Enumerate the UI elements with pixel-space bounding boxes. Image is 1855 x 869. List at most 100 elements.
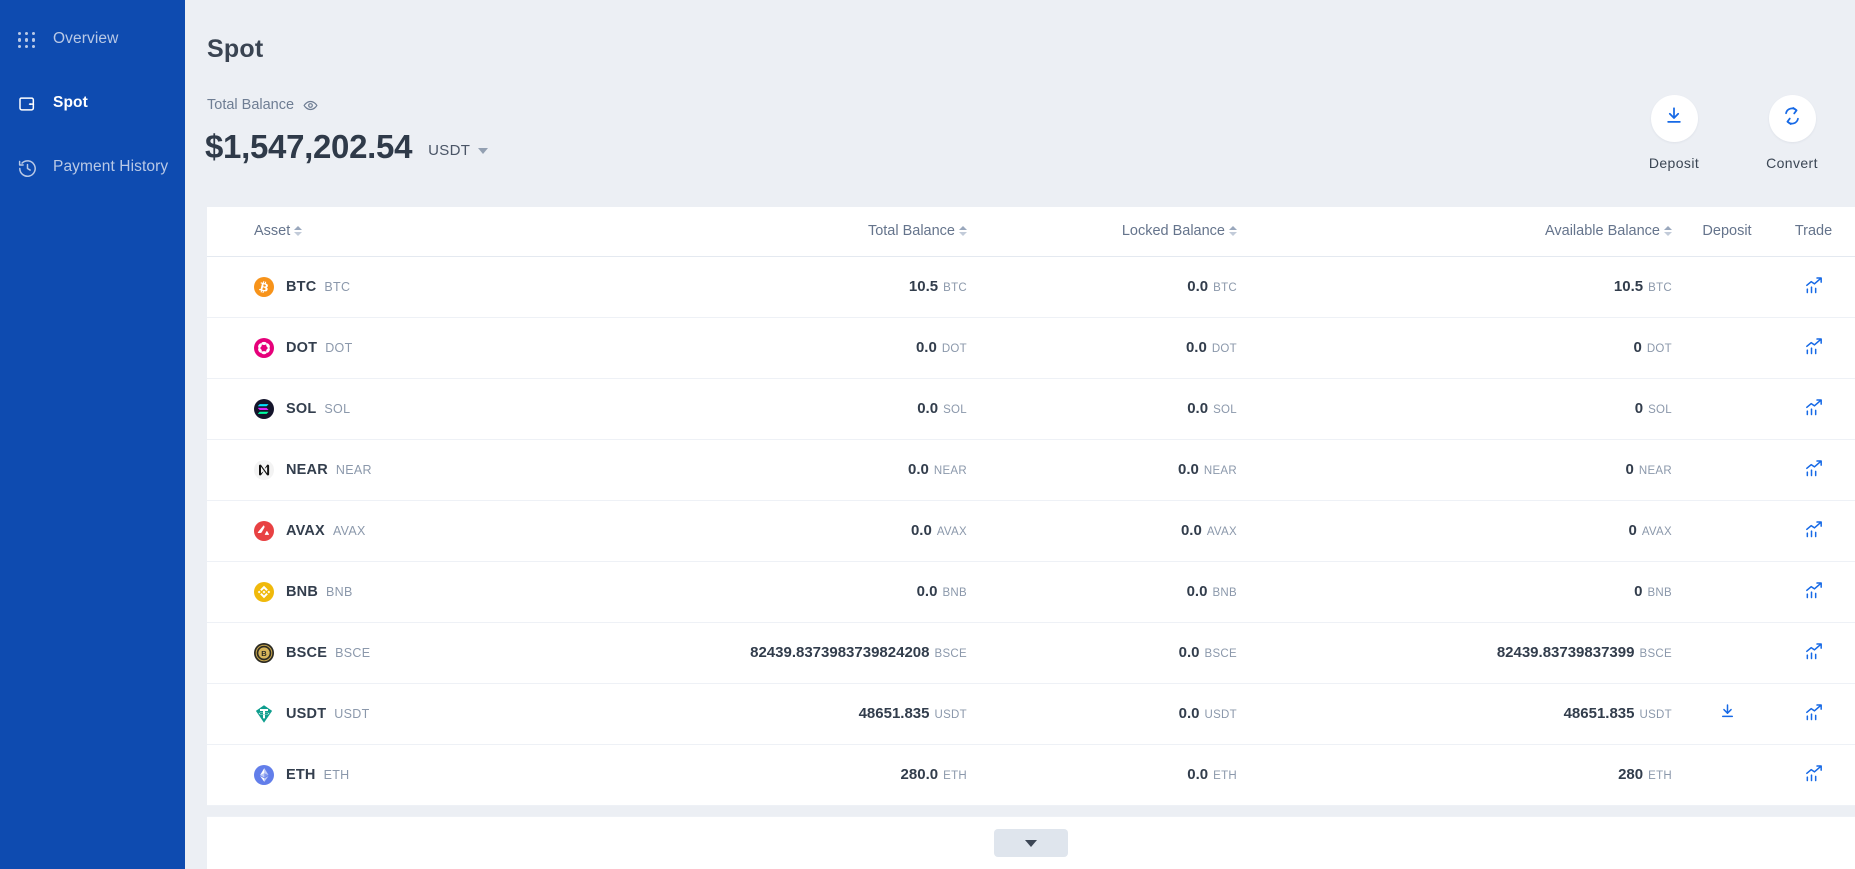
eth-logo-icon xyxy=(254,765,274,785)
cell-deposit xyxy=(1682,684,1772,745)
row-trade-button[interactable] xyxy=(1804,397,1824,417)
locked-balance-unit: NEAR xyxy=(1203,465,1237,477)
asset-name: NEAR xyxy=(286,462,328,478)
column-header-label: Total Balance xyxy=(867,223,955,239)
row-trade-button[interactable] xyxy=(1804,702,1824,722)
cell-trade xyxy=(1772,562,1855,623)
sort-arrows-icon[interactable] xyxy=(1664,226,1672,236)
total-balance-unit: AVAX xyxy=(936,526,967,538)
asset-ticker: DOT xyxy=(325,341,353,355)
table-header-row: Asset Total Balance Locked Balance Avail… xyxy=(207,207,1855,257)
available-balance-value: 0 xyxy=(1628,522,1637,539)
total-balance-unit: USDT xyxy=(934,709,967,721)
row-trade-button[interactable] xyxy=(1804,336,1824,356)
currency-selector[interactable]: USDT xyxy=(428,142,489,159)
asset-ticker: USDT xyxy=(334,707,370,721)
locked-balance-value: 0.0 xyxy=(1187,766,1209,783)
column-header-deposit: Deposit xyxy=(1682,207,1772,257)
cell-available-balance: 0 SOL xyxy=(1267,379,1682,440)
available-balance-unit: DOT xyxy=(1646,343,1672,355)
locked-balance-value: 0.0 xyxy=(1178,705,1200,722)
cell-trade xyxy=(1772,623,1855,684)
column-header-trade: Trade xyxy=(1772,207,1855,257)
asset-ticker: AVAX xyxy=(332,524,366,538)
table-row[interactable]: NEAR NEAR 0.0 NEAR 0.0 NEAR 0 NEAR xyxy=(207,440,1855,501)
table-row[interactable]: BNB BNB 0.0 BNB 0.0 BNB 0 BNB xyxy=(207,562,1855,623)
app-root: Overview Spot Payment History Spot Total… xyxy=(0,0,1855,869)
cell-available-balance: 10.5 BTC xyxy=(1267,257,1682,318)
available-balance-unit: NEAR xyxy=(1638,465,1672,477)
cell-asset: ETH ETH xyxy=(207,745,607,806)
deposit-button-label: Deposit xyxy=(1648,155,1700,171)
available-balance-unit: SOL xyxy=(1648,404,1672,416)
table-row[interactable]: DOT DOT 0.0 DOT 0.0 DOT 0 DOT xyxy=(207,318,1855,379)
column-header-asset[interactable]: Asset xyxy=(207,207,607,257)
column-header-label: Available Balance xyxy=(1544,223,1660,239)
sidebar: Overview Spot Payment History xyxy=(0,0,185,869)
cell-locked-balance: 0.0 USDT xyxy=(977,684,1267,745)
cell-locked-balance: 0.0 BTC xyxy=(977,257,1267,318)
sort-arrows-icon[interactable] xyxy=(1229,226,1237,236)
asset-ticker: BTC xyxy=(324,280,351,294)
sidebar-item-payment-history[interactable]: Payment History xyxy=(0,156,185,190)
total-balance-unit: BSCE xyxy=(934,648,967,660)
asset-ticker: SOL xyxy=(324,402,351,416)
row-trade-button[interactable] xyxy=(1804,580,1824,600)
available-balance-unit: BSCE xyxy=(1639,648,1672,660)
table-body: BTC BTC 10.5 BTC 0.0 BTC 10.5 BTC DOT DOT 0.0 DOT 0.… xyxy=(207,257,1855,806)
row-trade-button[interactable] xyxy=(1804,763,1824,783)
cell-trade xyxy=(1772,440,1855,501)
locked-balance-unit: BTC xyxy=(1213,282,1237,294)
available-balance-value: 280 xyxy=(1618,766,1644,783)
sort-arrows-icon[interactable] xyxy=(294,226,303,236)
table-row[interactable]: BTC BTC 10.5 BTC 0.0 BTC 10.5 BTC xyxy=(207,257,1855,318)
sidebar-item-overview[interactable]: Overview xyxy=(0,28,185,62)
history-clock-icon xyxy=(16,157,38,179)
row-trade-button[interactable] xyxy=(1804,519,1824,539)
column-header-locked-balance[interactable]: Locked Balance xyxy=(977,207,1267,257)
cell-trade xyxy=(1772,257,1855,318)
cell-locked-balance: 0.0 BSCE xyxy=(977,623,1267,684)
cell-available-balance: 82439.83739837399 BSCE xyxy=(1267,623,1682,684)
asset-ticker: NEAR xyxy=(335,463,372,477)
cell-trade xyxy=(1772,318,1855,379)
asset-name: SOL xyxy=(286,401,317,417)
table-row[interactable]: SOL SOL 0.0 SOL 0.0 SOL 0 SOL xyxy=(207,379,1855,440)
cell-locked-balance: 0.0 DOT xyxy=(977,318,1267,379)
expand-rows-button[interactable] xyxy=(994,829,1068,857)
row-deposit-button[interactable] xyxy=(1718,702,1737,721)
asset-name: BTC xyxy=(286,279,317,295)
row-trade-button[interactable] xyxy=(1804,275,1824,295)
cell-trade xyxy=(1772,501,1855,562)
table-row[interactable]: USDT USDT 48651.835 USDT 0.0 USDT 48651.835 USD… xyxy=(207,684,1855,745)
total-balance-value: 0.0 xyxy=(907,461,929,478)
cell-deposit xyxy=(1682,257,1772,318)
table-row[interactable]: ETH ETH 280.0 ETH 0.0 ETH 280 ETH xyxy=(207,745,1855,806)
available-balance-value: 48651.835 xyxy=(1563,705,1635,722)
total-balance-unit: SOL xyxy=(943,404,967,416)
table-row[interactable]: B BSCE BSCE 82439.8373983739824208 BSCE 0.0 BS… xyxy=(207,623,1855,684)
eye-icon[interactable] xyxy=(303,98,318,113)
locked-balance-value: 0.0 xyxy=(1178,644,1200,661)
total-balance-value: 48651.835 xyxy=(858,705,930,722)
row-trade-button[interactable] xyxy=(1804,458,1824,478)
cell-asset: B BSCE BSCE xyxy=(207,623,607,684)
available-balance-value: 0 xyxy=(1634,400,1644,417)
deposit-button[interactable]: Deposit xyxy=(1635,95,1713,171)
total-balance-unit: DOT xyxy=(941,343,967,355)
column-header-total-balance[interactable]: Total Balance xyxy=(607,207,977,257)
cell-locked-balance: 0.0 ETH xyxy=(977,745,1267,806)
available-balance-value: 10.5 xyxy=(1613,278,1644,295)
row-trade-button[interactable] xyxy=(1804,641,1824,661)
cell-deposit xyxy=(1682,745,1772,806)
table-row[interactable]: AVAX AVAX 0.0 AVAX 0.0 AVAX 0 AVAX xyxy=(207,501,1855,562)
asset-name: USDT xyxy=(286,706,327,722)
sidebar-item-spot[interactable]: Spot xyxy=(0,92,185,126)
asset-ticker: BNB xyxy=(326,585,353,599)
available-balance-unit: BNB xyxy=(1647,587,1672,599)
convert-button[interactable]: Convert xyxy=(1753,95,1831,171)
column-header-available-balance[interactable]: Available Balance xyxy=(1267,207,1682,257)
available-balance-unit: AVAX xyxy=(1641,526,1672,538)
cell-deposit xyxy=(1682,318,1772,379)
sort-arrows-icon[interactable] xyxy=(959,226,967,236)
